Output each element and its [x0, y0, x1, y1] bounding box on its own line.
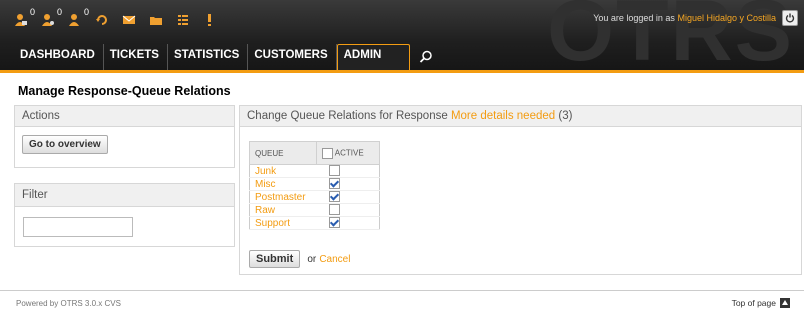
- column-active-header: ACTIVE: [316, 141, 380, 165]
- search-icon[interactable]: [410, 44, 442, 70]
- main-nav: DASHBOARD TICKETS STATISTICS CUSTOMERS A…: [14, 44, 442, 70]
- active-checkbox[interactable]: [328, 178, 340, 190]
- active-checkbox[interactable]: [328, 204, 340, 216]
- queue-link[interactable]: Raw: [249, 203, 317, 217]
- relations-heading: Change Queue Relations for Response More…: [240, 106, 801, 127]
- table-row: Raw: [249, 203, 380, 217]
- queue-view-icon[interactable]: [176, 10, 197, 30]
- cancel-link[interactable]: Cancel: [319, 254, 350, 265]
- nav-customers[interactable]: CUSTOMERS: [248, 44, 337, 70]
- user-link[interactable]: Miguel Hidalgo y Costilla: [677, 13, 776, 23]
- arrow-up-icon: [780, 298, 790, 308]
- footer-divider: [0, 290, 804, 291]
- nav-tickets[interactable]: TICKETS: [104, 44, 168, 70]
- locked-tickets-icon[interactable]: 0: [14, 7, 35, 30]
- watched-tickets-icon[interactable]: 0: [41, 7, 62, 30]
- active-checkbox[interactable]: [328, 191, 340, 203]
- escalation-icon[interactable]: [203, 10, 224, 30]
- active-checkbox[interactable]: [328, 217, 340, 229]
- phone-ticket-icon[interactable]: [149, 10, 170, 30]
- or-text: or: [307, 254, 317, 265]
- queue-relations-panel: Change Queue Relations for Response More…: [239, 105, 802, 275]
- login-info: You are logged in as Miguel Hidalgo y Co…: [593, 13, 776, 23]
- filter-panel: Filter: [14, 183, 235, 247]
- submit-button[interactable]: Submit: [249, 250, 301, 268]
- nav-dashboard[interactable]: DASHBOARD: [14, 44, 104, 70]
- header-accent-line: [0, 70, 804, 73]
- response-id: (3): [558, 110, 573, 122]
- top-of-page-link[interactable]: Top of page: [732, 298, 790, 308]
- locked-count: 0: [29, 7, 35, 17]
- actions-panel: Actions Go to overview: [14, 105, 235, 168]
- form-actions: Submit or Cancel: [249, 250, 350, 268]
- login-prefix: You are logged in as: [593, 13, 675, 23]
- responsible-count: 0: [83, 7, 89, 17]
- table-row: Postmaster: [249, 190, 380, 204]
- response-name: More details needed: [450, 110, 556, 122]
- powered-by: Powered by OTRS 3.0.x CVS: [16, 299, 121, 308]
- select-all-checkbox[interactable]: [322, 147, 333, 159]
- queue-link[interactable]: Misc: [249, 177, 317, 191]
- heading-prefix: Change Queue Relations for Response: [247, 110, 448, 122]
- table-row: Misc: [249, 177, 380, 191]
- email-ticket-icon[interactable]: [122, 10, 143, 30]
- otrs-logo: OTRS: [547, 0, 794, 70]
- column-active-label: ACTIVE: [334, 148, 364, 158]
- nav-statistics[interactable]: STATISTICS: [168, 44, 249, 70]
- logout-button[interactable]: [782, 10, 798, 26]
- queue-link[interactable]: Postmaster: [249, 190, 317, 204]
- filter-input[interactable]: [23, 217, 133, 237]
- column-queue-header: QUEUE: [249, 141, 317, 165]
- relations-table: QUEUE ACTIVE Junk Misc Postmaster Raw Su…: [249, 141, 380, 230]
- table-row: Junk: [249, 164, 380, 178]
- queue-link[interactable]: Junk: [249, 164, 317, 178]
- header-bar: OTRS 0 0 0 You are logged in as Miguel H…: [0, 0, 804, 70]
- active-checkbox[interactable]: [328, 165, 340, 177]
- refresh-icon[interactable]: [95, 10, 116, 30]
- filter-heading: Filter: [15, 184, 234, 207]
- watched-count: 0: [56, 7, 62, 17]
- page-title: Manage Response-Queue Relations: [18, 84, 231, 98]
- nav-admin[interactable]: ADMIN: [336, 44, 411, 70]
- responsible-tickets-icon[interactable]: 0: [68, 7, 89, 30]
- toolbar: 0 0 0: [14, 7, 230, 32]
- queue-link[interactable]: Support: [249, 216, 317, 230]
- actions-heading: Actions: [15, 106, 234, 127]
- top-of-page-label: Top of page: [731, 298, 776, 308]
- go-to-overview-button[interactable]: Go to overview: [22, 135, 108, 154]
- power-icon: [785, 13, 795, 23]
- table-row: Support: [249, 216, 380, 230]
